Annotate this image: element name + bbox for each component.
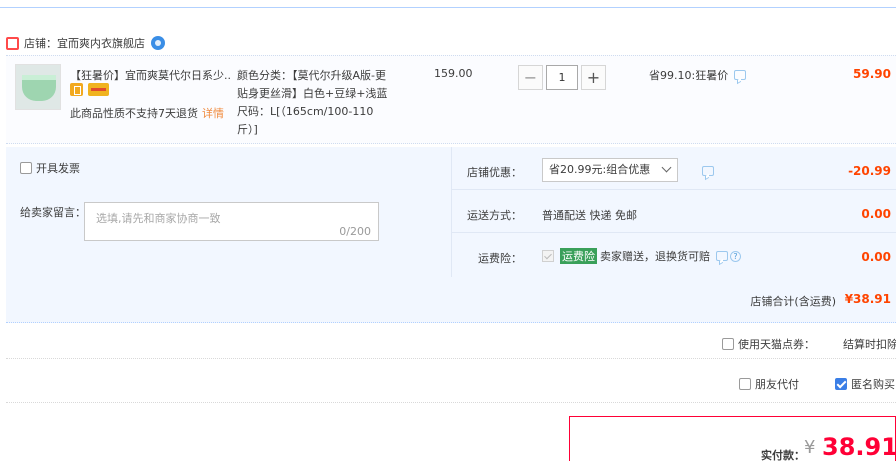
tmall-points-row: 使用天猫点券： 结算时扣除 [6, 327, 896, 359]
order-item-row: 【狂暑价】宜而爽莫代尔日系少... 此商品性质不支持7天退货 详情 颜色分类：【莫… [6, 55, 896, 144]
service-badge-icon [70, 83, 83, 96]
sku-line: 颜色分类：【莫代尔升级A版-更 [237, 69, 386, 82]
friend-pay-option[interactable]: 朋友代付 [739, 376, 799, 392]
promotion-info: 省99.10:狂暑价 [649, 67, 747, 83]
tmall-points-label: 使用天猫点券： [738, 338, 815, 351]
no-return-text: 此商品性质不支持7天退货 [70, 107, 198, 120]
no-return-notice: 此商品性质不支持7天退货 详情 [70, 105, 224, 121]
chat-icon[interactable] [151, 36, 165, 50]
tmall-points-deduct-text: 结算时扣除 [843, 338, 896, 351]
comment-icon[interactable] [702, 166, 714, 176]
quantity-increase-button[interactable]: + [581, 65, 606, 90]
unit-price: 159.00 [434, 67, 473, 80]
payment-label: 实付款： [761, 449, 805, 461]
shop-total-label: 店铺合计(含运费) [750, 295, 836, 308]
detail-link[interactable]: 详情 [202, 107, 224, 120]
quantity-stepper: − 1 + [518, 65, 606, 90]
shop-discount-row: 店铺优惠： 省20.99元:组合优惠 -20.99 [452, 147, 896, 190]
invoice-option[interactable]: 开具发票 [20, 160, 80, 176]
message-char-count: 0/200 [339, 225, 371, 238]
shop-name-link[interactable]: 宜而爽内衣旗舰店 [57, 35, 145, 51]
sku-line: 贴身更丝滑】白色+豆绿+浅蓝 [237, 87, 388, 100]
payment-amount: 38.91 [822, 433, 896, 461]
shipping-label: 运送方式： [467, 209, 522, 222]
message-placeholder: 选填,请先和商家协商一致 [96, 212, 221, 225]
shop-discount-amount: -20.99 [848, 164, 891, 178]
invoice-label: 开具发票 [36, 162, 80, 175]
sku-line: 尺码：L[（165cm/100-110 [237, 105, 374, 118]
tmall-points-option[interactable]: 使用天猫点券： [722, 336, 815, 352]
product-title-link[interactable]: 【狂暑价】宜而爽莫代尔日系少... [70, 67, 232, 83]
order-options-left: 开具发票 给卖家留言： 选填,请先和商家协商一致 0/200 [6, 147, 452, 277]
shop-discount-select[interactable]: 省20.99元:组合优惠 [542, 158, 678, 182]
seller-message-textarea[interactable]: 选填,请先和商家协商一致 0/200 [84, 202, 379, 241]
shop-total-amount: ¥38.91 [844, 292, 891, 306]
quantity-decrease-button[interactable]: − [518, 65, 543, 90]
order-options-right: 店铺优惠： 省20.99元:组合优惠 -20.99 运送方式： 普通配送 快递 … [452, 147, 896, 277]
sku-line: 斤）] [237, 123, 258, 136]
shop-icon [6, 36, 19, 50]
promotion-text: 省99.10:狂暑价 [649, 69, 729, 82]
insurance-option: 运费险 卖家赠送，退换货可赔 ? [542, 248, 741, 264]
item-subtotal: 59.90 [853, 67, 891, 81]
help-icon[interactable]: ? [730, 250, 741, 262]
shop-discount-label: 店铺优惠： [467, 166, 522, 179]
friend-pay-checkbox[interactable] [739, 378, 751, 390]
shop-label: 店铺： [24, 37, 57, 50]
shop-total-row: 店铺合计(含运费) ¥38.91 [6, 277, 896, 323]
shipping-insurance-row: 运费险： 运费险 卖家赠送，退换货可赔 ? 0.00 [452, 233, 896, 276]
friend-pay-label: 朋友代付 [755, 378, 799, 391]
payment-summary-box: 实付款： ¥ 38.91 [569, 416, 896, 461]
anonymous-purchase-option[interactable]: 匿名购买 [835, 376, 895, 392]
insurance-tag: 运费险 [560, 248, 597, 264]
tmall-points-checkbox[interactable] [722, 338, 734, 350]
sku-info: 颜色分类：【莫代尔升级A版-更 贴身更丝滑】白色+豆绿+浅蓝 尺码：L[（165… [237, 67, 397, 139]
comment-icon[interactable] [734, 70, 747, 80]
product-thumbnail[interactable] [15, 64, 61, 110]
anonymous-purchase-checkbox[interactable] [835, 378, 847, 390]
shipping-amount: 0.00 [861, 207, 891, 221]
insurance-label: 运费险： [478, 252, 522, 265]
card-badge-icon [88, 83, 109, 96]
message-label: 给卖家留言： [20, 206, 86, 219]
invoice-checkbox[interactable] [20, 162, 32, 174]
order-options-panel: 开具发票 给卖家留言： 选填,请先和商家协商一致 0/200 店铺优惠： 省20… [6, 147, 896, 277]
currency-symbol: ¥ [804, 437, 816, 458]
column-header-row [0, 0, 896, 8]
shop-line: 店铺： 宜而爽内衣旗舰店 [6, 34, 165, 52]
shipping-method: 普通配送 快递 免邮 [542, 209, 637, 222]
insurance-amount: 0.00 [861, 250, 891, 264]
insurance-checkbox [542, 250, 554, 262]
anonymous-purchase-label: 匿名购买 [851, 378, 895, 391]
payment-options-row: 朋友代付 匿名购买 [6, 365, 896, 403]
comment-icon[interactable] [716, 251, 728, 261]
shop-discount-selected: 省20.99元:组合优惠 [549, 163, 651, 176]
quantity-input[interactable]: 1 [546, 65, 578, 90]
chevron-down-icon [661, 162, 672, 173]
insurance-text: 卖家赠送，退换货可赔 [600, 250, 710, 263]
shipping-row: 运送方式： 普通配送 快递 免邮 0.00 [452, 190, 896, 233]
